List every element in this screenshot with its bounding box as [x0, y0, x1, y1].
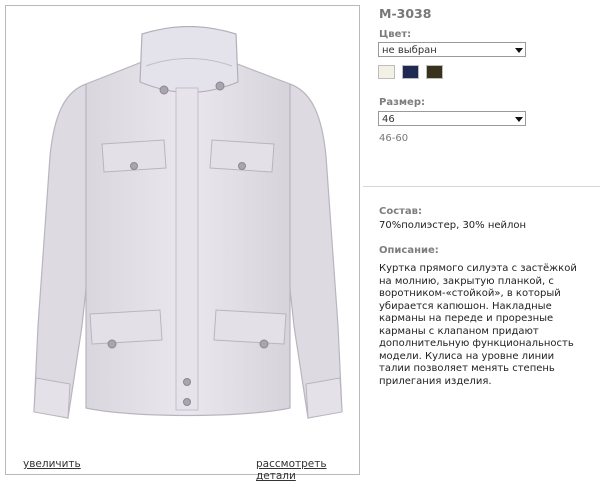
description-text: Куртка прямого силуэта с застёжкой на мо…	[379, 263, 577, 387]
size-label: Размер:	[379, 97, 426, 108]
color-label: Цвет:	[379, 29, 412, 40]
composition-label: Состав:	[379, 206, 423, 217]
color-swatch-olive[interactable]	[426, 65, 443, 79]
divider	[363, 186, 600, 187]
size-select[interactable]: 46	[378, 111, 526, 126]
zoom-link[interactable]: увеличить	[23, 458, 81, 470]
chevron-down-icon	[515, 48, 523, 53]
color-select-value: не выбран	[382, 45, 437, 56]
size-select-value: 46	[382, 114, 395, 125]
color-swatch-cream[interactable]	[378, 65, 395, 79]
color-swatch-navy[interactable]	[402, 65, 419, 79]
product-code: М-3038	[379, 6, 432, 21]
jacket-image[interactable]	[24, 26, 350, 431]
composition-text: 70%полиэстер, 30% нейлон	[379, 220, 527, 231]
chevron-down-icon	[515, 117, 523, 122]
description-label: Описание:	[379, 245, 439, 256]
size-range: 46-60	[379, 133, 409, 144]
product-photo-frame: увеличить рассмотреть детали	[5, 5, 360, 482]
color-select[interactable]: не выбран	[378, 42, 526, 57]
view-details-link[interactable]: рассмотреть детали	[256, 458, 359, 482]
